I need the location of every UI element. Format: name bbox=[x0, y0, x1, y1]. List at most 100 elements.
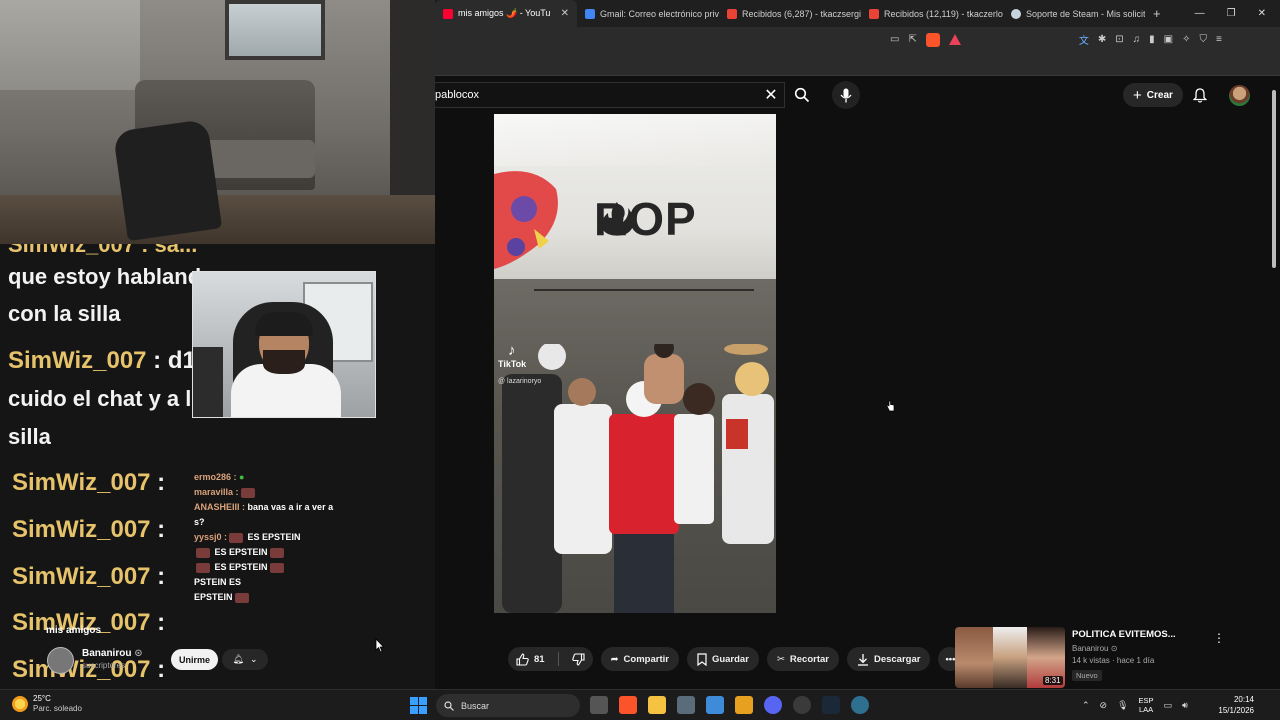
tab-steam-support[interactable]: Soporte de Steam - Mis solicitu bbox=[1003, 0, 1145, 27]
tab-gmail[interactable]: Gmail: Correo electrónico priva bbox=[577, 0, 719, 27]
subscribed-notifications-button[interactable]: 🔔︎ ⌄ bbox=[222, 649, 268, 670]
tiktok-handle: @ lazarinoryo bbox=[498, 378, 542, 385]
video-scene-rack bbox=[534, 289, 754, 291]
share-label: Compartir bbox=[623, 653, 669, 665]
page-scrollbar[interactable] bbox=[1270, 84, 1278, 684]
emote-icon: ● bbox=[236, 472, 245, 482]
mini-chat-line: ES EPSTEIN bbox=[194, 560, 354, 575]
taskbar-clock[interactable]: 20:14 15/1/2026 bbox=[1212, 694, 1254, 716]
channel-avatar[interactable] bbox=[47, 647, 74, 674]
taskbar-search[interactable]: Buscar bbox=[436, 694, 580, 717]
tiktok-icon: ♪ bbox=[508, 342, 516, 359]
clip-button[interactable]: ✂ Recortar bbox=[766, 647, 839, 671]
maximize-button[interactable]: ❐ bbox=[1227, 8, 1236, 19]
vpn-icon[interactable]: ⛉ bbox=[1199, 34, 1207, 45]
emote-icon bbox=[196, 562, 210, 573]
steam-icon[interactable] bbox=[822, 696, 840, 714]
taskbar-apps bbox=[590, 696, 869, 714]
weather-widget[interactable]: 25°C Parc. soleado bbox=[12, 694, 82, 714]
voice-search-button[interactable] bbox=[832, 81, 860, 109]
system-tray: ⌃ ⊘ 🎙︎ ESP LAA ▭ 🔊︎ bbox=[1082, 696, 1188, 714]
search-button[interactable] bbox=[785, 82, 819, 108]
monitor-icon[interactable]: ▭ bbox=[1164, 700, 1173, 711]
translate-icon[interactable]: 文 bbox=[1079, 32, 1089, 47]
windows-taskbar: 25°C Parc. soleado Buscar ⌃ ⊘ 🎙︎ ESP LAA… bbox=[0, 689, 1280, 720]
scrollbar-thumb[interactable] bbox=[1272, 90, 1276, 268]
calculator-icon[interactable] bbox=[677, 696, 695, 714]
close-icon[interactable]: ✕ bbox=[758, 85, 784, 105]
notepad-icon[interactable] bbox=[706, 696, 724, 714]
room-window bbox=[225, 0, 325, 60]
chat-message: SimWiz_007 : bbox=[12, 469, 166, 496]
account-avatar[interactable] bbox=[1229, 85, 1250, 106]
brave-icon[interactable] bbox=[619, 696, 637, 714]
volume-icon[interactable]: 🔊︎ bbox=[1182, 700, 1188, 711]
leo-ai-icon[interactable]: ✧ bbox=[1182, 34, 1190, 45]
sidebar-icon[interactable]: ▮ bbox=[1149, 34, 1155, 45]
channel-name[interactable]: Bananirou ⊙ bbox=[82, 648, 143, 659]
recommended-video-title[interactable]: POLITICA EVITEMOS... bbox=[1072, 629, 1232, 640]
mouse-cursor-hand-icon bbox=[886, 400, 895, 412]
chat-message: que estoy hablando bbox=[8, 264, 215, 289]
wallet-icon[interactable]: ▣ bbox=[1164, 34, 1173, 45]
microphone-icon[interactable]: 🎙︎ bbox=[1117, 700, 1128, 711]
weather-temperature: 25°C bbox=[33, 694, 51, 703]
recommended-video-card[interactable]: 8:31 POLITICA EVITEMOS... Bananirou ⊙ 14… bbox=[955, 627, 1260, 688]
clock-date: 15/1/2026 bbox=[1218, 706, 1254, 715]
share-icon: ➦ bbox=[610, 653, 619, 665]
chat-username: SimWiz_007 bbox=[8, 347, 147, 374]
sticky-app-icon[interactable] bbox=[735, 696, 753, 714]
language-indicator[interactable]: ESP LAA bbox=[1139, 696, 1154, 714]
weather-text: 25°C Parc. soleado bbox=[33, 694, 82, 714]
youtube-header: pablocox ✕ + Crear bbox=[435, 76, 1273, 114]
tiktok-label: TikTok bbox=[498, 359, 527, 369]
tab-inbox-2[interactable]: Recibidos (12,119) - tkaczerlo bbox=[861, 0, 1003, 27]
tab-close-icon[interactable]: ✕ bbox=[561, 8, 569, 19]
create-button[interactable]: + Crear bbox=[1123, 83, 1183, 107]
brave-rewards-icon[interactable] bbox=[948, 34, 961, 45]
mini-chat-line: yyssj0 : ES EPSTEIN bbox=[194, 532, 301, 543]
video-player[interactable]: ROP ♪ TikTok @ lazarinoryo bbox=[494, 114, 776, 613]
emote-icon bbox=[269, 547, 284, 558]
notifications-button[interactable] bbox=[1191, 86, 1209, 104]
cast-icon[interactable]: ▭ bbox=[890, 34, 899, 45]
clip-label: Recortar bbox=[789, 653, 829, 665]
discord-icon[interactable] bbox=[764, 696, 782, 714]
download-button[interactable]: Descargar bbox=[846, 647, 931, 671]
file-explorer-icon[interactable] bbox=[648, 696, 666, 714]
screenshot-icon[interactable]: ⊡ bbox=[1115, 34, 1123, 45]
network-off-icon[interactable]: ⊘ bbox=[1100, 700, 1108, 711]
search-input[interactable]: pablocox bbox=[435, 89, 758, 101]
share-page-icon[interactable]: ⇱ bbox=[908, 34, 916, 45]
join-button[interactable]: Unirme bbox=[171, 649, 219, 670]
obs-icon[interactable] bbox=[793, 696, 811, 714]
task-view-icon[interactable] bbox=[590, 696, 608, 714]
video-duration: 8:31 bbox=[1043, 676, 1063, 685]
video-scene-tent-top bbox=[494, 114, 776, 166]
search-box[interactable]: pablocox ✕ bbox=[435, 82, 785, 108]
like-button[interactable]: 81 bbox=[508, 647, 553, 671]
more-vertical-icon[interactable]: ⋮ bbox=[1213, 631, 1225, 645]
media-icon[interactable]: ♫ bbox=[1133, 34, 1141, 45]
recommended-video-thumbnail[interactable]: 8:31 bbox=[955, 627, 1065, 688]
mini-chat-line: maravilla : bbox=[194, 485, 354, 500]
brave-shields-icon[interactable] bbox=[925, 32, 940, 47]
save-button[interactable]: Guardar bbox=[686, 647, 759, 671]
mouse-cursor-arrow-icon bbox=[375, 638, 385, 653]
video-actions: 81 ➦ Compartir Guardar ✂ Recortar Descar… bbox=[508, 647, 963, 671]
dislike-button[interactable] bbox=[564, 647, 593, 671]
start-button[interactable] bbox=[410, 697, 427, 714]
minimize-button[interactable]: — bbox=[1195, 8, 1205, 19]
new-tab-button[interactable]: + bbox=[1145, 6, 1169, 21]
mini-chat-line: PSTEIN ES bbox=[194, 577, 242, 587]
clock-time: 20:14 bbox=[1233, 695, 1254, 704]
app-icon[interactable] bbox=[851, 696, 869, 714]
extensions-icon[interactable]: ✱ bbox=[1098, 34, 1106, 45]
menu-icon[interactable]: ≡ bbox=[1216, 34, 1222, 45]
share-button[interactable]: ➦ Compartir bbox=[600, 647, 679, 671]
close-window-button[interactable]: ✕ bbox=[1258, 8, 1266, 19]
tab-youtube[interactable]: mis amigos 🌶️ - YouTu ✕ bbox=[435, 0, 577, 27]
chevron-up-icon[interactable]: ⌃ bbox=[1082, 700, 1090, 711]
create-label: Crear bbox=[1146, 89, 1173, 101]
tab-inbox-1[interactable]: Recibidos (6,287) - tkaczsergio bbox=[719, 0, 861, 27]
